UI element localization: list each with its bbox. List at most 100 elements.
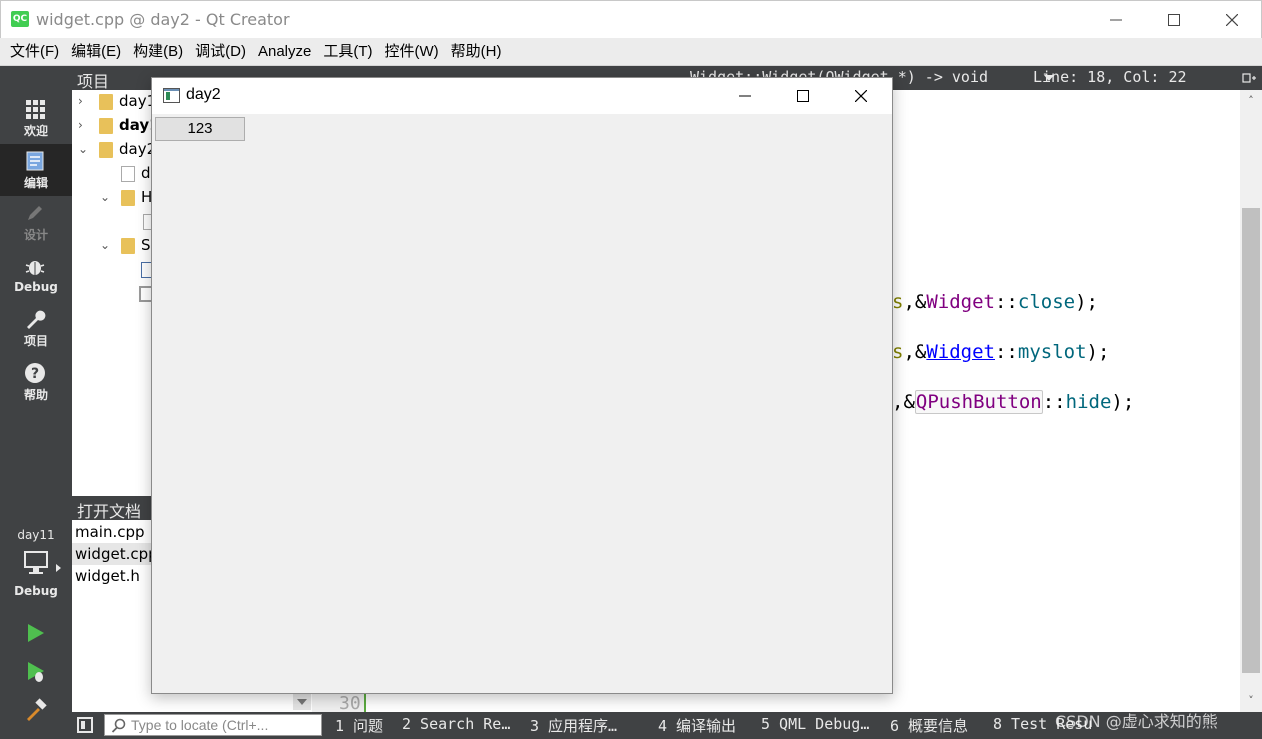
chevron-right-icon[interactable]: ›	[78, 94, 90, 108]
run-icon[interactable]	[25, 622, 47, 644]
code-token: ,&	[903, 341, 927, 363]
toggle-sidebar-icon[interactable]	[77, 717, 93, 733]
mode-design-label: 设计	[23, 228, 48, 242]
scroll-down-icon[interactable]: ˅	[1244, 694, 1258, 708]
code-token: );	[1075, 291, 1098, 313]
menu-edit[interactable]: 编辑(E)	[65, 38, 127, 66]
code-token: close	[1017, 291, 1076, 313]
kit-config-label: Debug	[14, 584, 58, 598]
app-minimize-button[interactable]	[716, 78, 774, 114]
menu-tools[interactable]: 工具(T)	[317, 38, 378, 66]
app-window-titlebar[interactable]: day2	[152, 78, 892, 114]
svg-text:?: ?	[31, 366, 39, 382]
code-token: hide	[1065, 391, 1112, 413]
grid-icon	[26, 100, 45, 119]
status-tab-compile-output[interactable]: 4 编译输出	[658, 715, 736, 736]
project-icon	[99, 94, 113, 110]
app-window-title: day2	[186, 86, 221, 103]
project-icon	[99, 142, 113, 158]
code-token: s	[892, 341, 904, 363]
fold-arrow-icon[interactable]	[293, 694, 311, 710]
mode-edit-label: 编辑	[23, 176, 48, 190]
menu-help[interactable]: 帮助(H)	[445, 38, 508, 66]
minimize-button[interactable]	[1087, 1, 1145, 39]
open-documents-title: 打开文档	[77, 502, 142, 521]
pencil-icon	[28, 206, 42, 220]
mode-edit[interactable]: 编辑	[0, 144, 72, 196]
qt-creator-logo-icon: QC	[11, 11, 29, 27]
code-token: );	[1086, 341, 1110, 363]
mode-projects[interactable]: 项目	[0, 302, 72, 354]
tree-item-label: d	[141, 164, 151, 182]
maximize-icon	[797, 90, 809, 102]
app-close-button[interactable]	[832, 78, 890, 114]
code-token: ,&	[892, 391, 915, 413]
code-token-link[interactable]: Widget	[926, 341, 995, 363]
code-line-3: ,&QPushButton::hide);	[892, 390, 1135, 414]
close-icon	[855, 90, 867, 102]
menu-bar: 文件(F) 编辑(E) 构建(B) 调试(D) Analyze 工具(T) 控件…	[0, 38, 1262, 66]
pro-file-icon	[121, 166, 135, 182]
code-token: Widget	[926, 291, 995, 313]
mode-bar: 欢迎 编辑 设计 Debug 项目 ? 帮助 day11 Debug	[0, 66, 72, 739]
minimize-icon	[1110, 19, 1122, 21]
code-token: );	[1111, 391, 1135, 413]
code-token: s	[892, 291, 904, 313]
status-tab-general-messages[interactable]: 6 概要信息	[890, 715, 968, 736]
app-window-day2[interactable]: day2 123	[151, 77, 893, 694]
chevron-right-icon[interactable]: ›	[78, 118, 90, 132]
maximize-button[interactable]	[1145, 1, 1203, 39]
status-tab-application-output[interactable]: 3 应用程序…	[530, 715, 617, 736]
kit-arrow-icon	[56, 564, 61, 572]
sources-folder-icon	[121, 238, 135, 254]
mode-welcome[interactable]: 欢迎	[0, 92, 72, 144]
hammer-icon[interactable]	[24, 698, 48, 722]
locator-placeholder: Type to locate (Ctrl+...	[131, 717, 269, 733]
code-token: myslot	[1017, 341, 1087, 363]
mode-help[interactable]: ? 帮助	[0, 356, 72, 408]
code-token-highlight: QPushButton	[914, 390, 1043, 414]
mode-debug-label: Debug	[14, 280, 58, 294]
mode-design[interactable]: 设计	[0, 196, 72, 248]
menu-widgets[interactable]: 控件(W)	[379, 38, 445, 66]
menu-build[interactable]: 构建(B)	[127, 38, 189, 66]
help-icon: ?	[25, 363, 45, 383]
bug-icon	[25, 261, 45, 275]
status-tab-search-results[interactable]: 2 Search Re…	[402, 715, 510, 733]
split-editor-icon[interactable]	[1242, 71, 1256, 85]
app-maximize-button[interactable]	[774, 78, 832, 114]
close-button[interactable]	[1203, 1, 1261, 39]
scroll-up-icon[interactable]: ˄	[1244, 94, 1258, 108]
push-button-123[interactable]: 123	[155, 117, 245, 141]
menu-file[interactable]: 文件(F)	[4, 38, 65, 66]
window-title: widget.cpp @ day2 - Qt Creator	[36, 10, 290, 29]
edit-document-icon	[26, 151, 44, 171]
app-window-icon	[163, 88, 180, 103]
mode-debug[interactable]: Debug	[0, 250, 72, 302]
locator-input[interactable]: Type to locate (Ctrl+...	[104, 714, 322, 736]
code-line-1: s,&Widget::close);	[892, 291, 1098, 313]
scrollbar-thumb[interactable]	[1242, 208, 1260, 673]
mode-help-label: 帮助	[23, 388, 48, 402]
chevron-down-icon[interactable]: ⌄	[100, 190, 112, 204]
minimize-icon	[739, 95, 751, 97]
chevron-down-icon[interactable]: ⌄	[78, 142, 90, 156]
maximize-icon	[1168, 14, 1180, 26]
code-token: ::	[994, 291, 1018, 313]
status-tab-issues[interactable]: 1 问题	[335, 715, 383, 736]
status-tab-qml-debugger[interactable]: 5 QML Debug…	[761, 715, 869, 733]
monitor-icon[interactable]	[23, 550, 51, 576]
menu-debug[interactable]: 调试(D)	[189, 38, 252, 66]
debug-run-icon[interactable]	[25, 660, 47, 684]
chevron-down-icon[interactable]: ⌄	[100, 238, 112, 252]
line-number: 30	[339, 693, 361, 714]
cursor-position: Line: 18, Col: 22	[1033, 68, 1187, 86]
code-token: ::	[994, 341, 1018, 363]
close-icon	[1226, 14, 1238, 26]
project-icon	[99, 118, 113, 134]
code-token: ,&	[903, 291, 927, 313]
menu-analyze[interactable]: Analyze	[252, 38, 317, 66]
search-icon	[111, 718, 126, 733]
title-bar: QC widget.cpp @ day2 - Qt Creator	[0, 0, 1262, 38]
watermark: CSDN @虚心求知的熊	[1055, 712, 1218, 731]
